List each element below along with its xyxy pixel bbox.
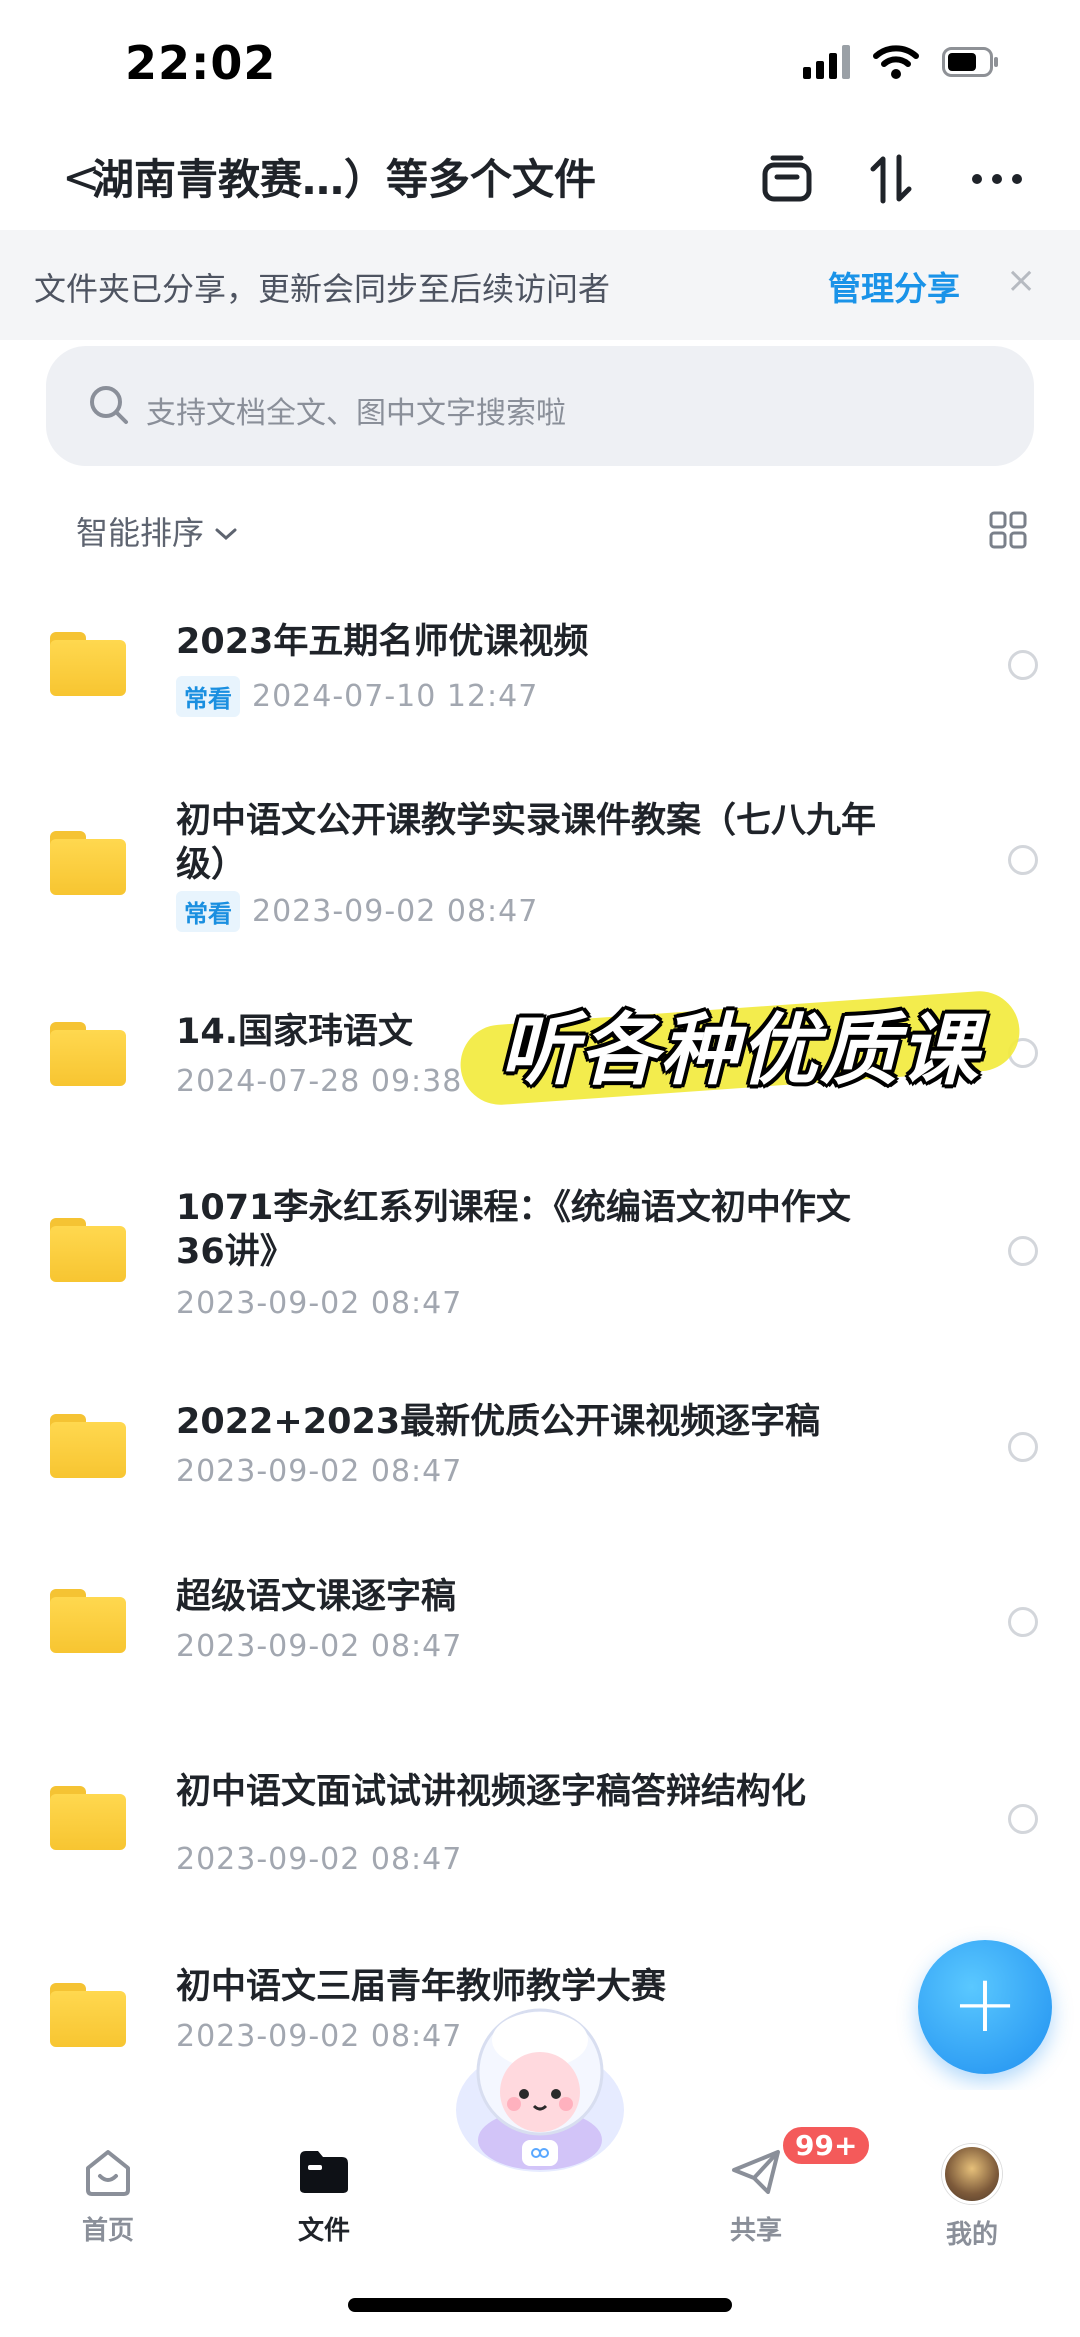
select-radio[interactable] [1008, 1804, 1038, 1834]
tab-me[interactable]: 我的 [912, 2144, 1032, 2251]
cellular-signal-icon [803, 45, 850, 79]
folder-icon [50, 831, 126, 895]
frequent-tag: 常看 [176, 676, 240, 717]
sort-dropdown[interactable]: 智能排序 [76, 508, 238, 554]
video-caption-overlay: 听各种优质课 [457, 978, 1036, 1108]
folder-icon [50, 1022, 126, 1086]
add-button[interactable]: + [918, 1940, 1052, 2074]
file-meta: 2023-09-02 08:47 [176, 1454, 462, 1489]
file-meta: 2024-07-28 09:38 [176, 1064, 462, 1099]
file-title: 初中语文公开课教学实录课件教案（七八九年级） [176, 801, 877, 885]
file-date: 2023-09-02 08:47 [252, 894, 539, 929]
file-meta: 常看 2023-09-02 08:47 [176, 891, 538, 932]
select-radio[interactable] [1008, 1607, 1038, 1637]
file-meta: 2023-09-02 08:47 [176, 1286, 462, 1321]
file-meta: 常看 2024-07-10 12:47 [176, 676, 538, 717]
file-meta: 2023-09-02 08:47 [176, 2019, 462, 2054]
avatar [942, 2144, 1002, 2204]
tab-home[interactable]: 首页 [48, 2144, 168, 2247]
frequent-tag: 常看 [176, 891, 240, 932]
file-date: 2023-09-02 08:47 [176, 1454, 463, 1489]
close-icon[interactable]: × [1006, 260, 1036, 301]
status-bar: 22:02 [0, 0, 1080, 130]
list-item[interactable]: 超级语文课逐字稿 2023-09-02 08:47 [0, 1575, 1080, 1695]
select-radio[interactable] [1008, 845, 1038, 875]
battery-icon [942, 47, 1000, 77]
folder-icon [296, 2144, 352, 2200]
folder-icon [50, 632, 126, 696]
folder-icon [50, 1983, 126, 2047]
manage-share-link[interactable]: 管理分享 [828, 262, 960, 310]
file-title: 2022+2023最新优质公开课视频逐字稿 [176, 1402, 821, 1442]
list-item[interactable]: 1071李永红系列课程：《统编语文初中作文36讲》 2023-09-02 08:… [0, 1180, 1080, 1340]
list-item[interactable]: 初中语文公开课教学实录课件教案（七八九年级） 常看 2023-09-02 08:… [0, 785, 1080, 945]
search-placeholder: 支持文档全文、图中文字搜索啦 [146, 396, 566, 431]
home-icon [80, 2144, 136, 2200]
nav-header: < 湖南青教赛…）等多个文件 [0, 130, 1080, 230]
search-icon [88, 384, 130, 430]
share-banner: 文件夹已分享，更新会同步至后续访问者 管理分享 × [0, 230, 1080, 340]
file-date: 2023-09-02 08:47 [176, 1842, 463, 1877]
folder-icon [50, 1218, 126, 1282]
file-meta: 2023-09-02 08:47 [176, 1842, 462, 1877]
tab-label: 我的 [945, 2220, 998, 2250]
folder-icon [50, 1589, 126, 1653]
notification-badge: 99+ [780, 2124, 873, 2167]
file-date: 2024-07-28 09:38 [176, 1064, 463, 1099]
file-date: 2023-09-02 08:47 [176, 1286, 463, 1321]
share-banner-text: 文件夹已分享，更新会同步至后续访问者 [34, 270, 611, 308]
list-item[interactable]: 2023年五期名师优课视频 常看 2024-07-10 12:47 [0, 600, 1080, 730]
caption-text: 听各种优质课 [500, 1006, 981, 1096]
file-date: 2023-09-02 08:47 [176, 1629, 463, 1664]
wifi-icon [872, 44, 920, 80]
folder-icon [50, 1786, 126, 1850]
list-item[interactable]: 2022+2023最新优质公开课视频逐字稿 2023-09-02 08:47 [0, 1400, 1080, 1520]
plus-icon: + [951, 1957, 1019, 2050]
status-icons [803, 44, 1000, 80]
more-icon[interactable] [962, 144, 1032, 214]
select-radio[interactable] [1008, 1432, 1038, 1462]
home-indicator [348, 2298, 732, 2312]
chevron-down-icon [214, 512, 238, 550]
tab-label: 共享 [729, 2216, 782, 2246]
file-title: 2023年五期名师优课视频 [176, 622, 589, 662]
tab-files[interactable]: 文件 [264, 2144, 384, 2247]
file-title: 1071李永红系列课程：《统编语文初中作文36讲》 [176, 1188, 851, 1272]
list-item[interactable]: 初中语文面试试讲视频逐字稿答辩结构化 2023-09-02 08:47 [0, 1770, 1080, 1910]
search-input[interactable]: 支持文档全文、图中文字搜索啦 [46, 346, 1034, 466]
select-radio[interactable] [1008, 650, 1038, 680]
grid-view-icon[interactable] [988, 510, 1028, 554]
status-time: 22:02 [125, 36, 277, 90]
folder-icon [50, 1414, 126, 1478]
page-title: 湖南青教赛…）等多个文件 [92, 155, 597, 204]
file-date: 2023-09-02 08:47 [176, 2019, 463, 2054]
file-title: 超级语文课逐字稿 [176, 1577, 457, 1617]
file-meta: 2023-09-02 08:47 [176, 1629, 462, 1664]
select-radio[interactable] [1008, 1236, 1038, 1266]
file-date: 2024-07-10 12:47 [252, 679, 539, 714]
archive-icon[interactable] [752, 144, 822, 214]
tab-label: 文件 [297, 2216, 350, 2246]
sort-label: 智能排序 [76, 514, 205, 552]
sort-arrows-icon[interactable] [856, 144, 926, 214]
tab-label: 首页 [81, 2216, 134, 2246]
assistant-mascot-button[interactable] [452, 2000, 628, 2180]
paper-plane-icon [728, 2144, 784, 2200]
file-title: 初中语文面试试讲视频逐字稿答辩结构化 [176, 1772, 807, 1812]
